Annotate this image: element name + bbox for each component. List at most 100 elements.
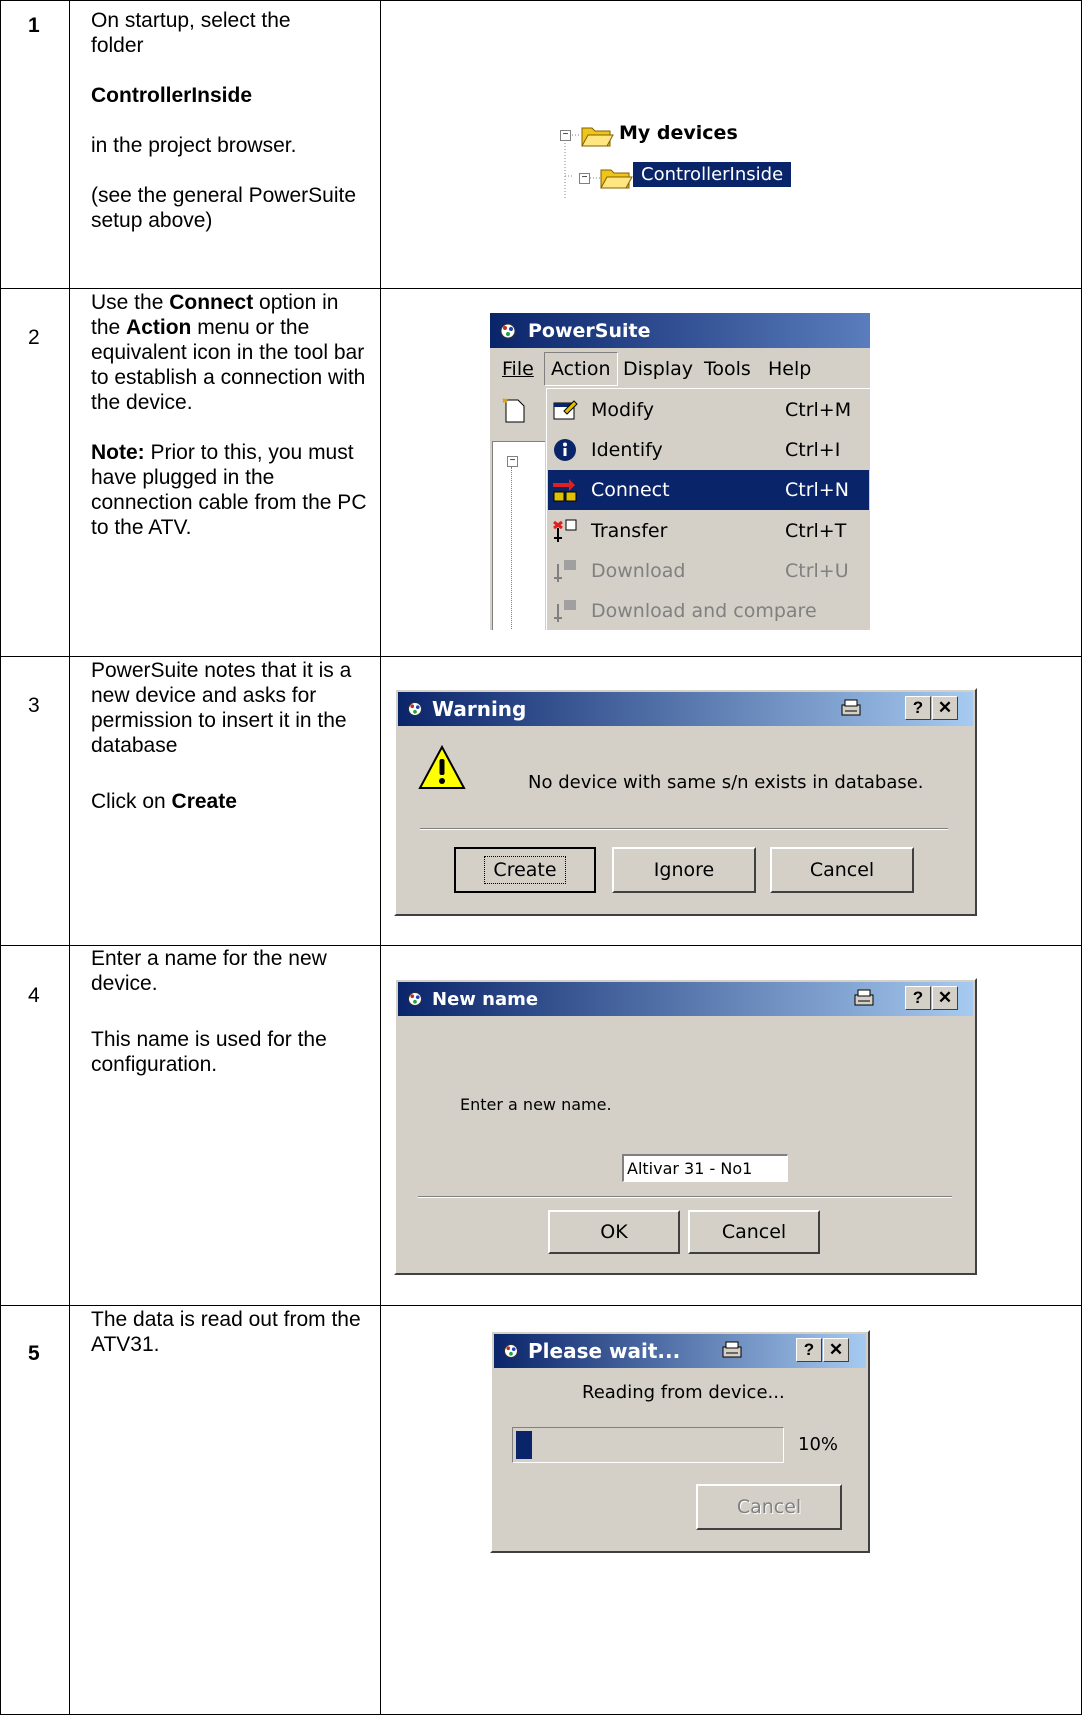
menu-item-shortcut: Ctrl+M [785, 399, 852, 421]
collapse-icon[interactable]: − [507, 456, 518, 467]
help-button[interactable]: ? [905, 696, 931, 720]
instruction-text: This name is used for the configuration. [91, 1028, 327, 1076]
menu-help[interactable]: Help [768, 358, 811, 380]
dialog-prompt: Enter a new name. [460, 1095, 612, 1114]
menu-item-download[interactable]: Download Ctrl+U [548, 551, 869, 591]
app-titlebar: PowerSuite [490, 313, 870, 348]
tree-item-my-devices[interactable]: My devices [619, 122, 738, 144]
step-number: 3 [28, 694, 40, 717]
dialog-message: No device with same s/n exists in databa… [528, 772, 924, 793]
close-button[interactable]: ✕ [932, 986, 958, 1010]
info-icon [554, 439, 576, 461]
menu-item-label: Download and compare [591, 600, 817, 622]
divider [418, 1196, 952, 1198]
modify-icon [553, 400, 578, 420]
instruction-text: Enter a name for the new device. [91, 947, 327, 995]
divider [420, 828, 948, 830]
step-number: 4 [28, 984, 40, 1007]
collapse-icon[interactable]: − [560, 130, 571, 141]
menu-item-shortcut: Ctrl+T [785, 520, 847, 542]
step-instructions: Use the Connect option in the Action men… [91, 290, 371, 540]
warning-icon [418, 744, 466, 789]
folder-open-icon [581, 127, 614, 147]
dialog-title: New name [432, 988, 539, 1010]
step-instructions: Enter a name for the new device. This na… [91, 946, 331, 1077]
powersuite-logo-icon [408, 702, 422, 716]
menu-item-label: Connect [591, 479, 670, 501]
dialog-titlebar: Warning [398, 692, 973, 726]
dialog-title: Please wait... [528, 1339, 681, 1363]
step-number: 2 [28, 326, 40, 349]
create-button-label: Create [484, 856, 566, 884]
progress-bar [512, 1427, 784, 1463]
menu-item-label: Identify [591, 439, 663, 461]
menu-item-label: Transfer [591, 520, 668, 542]
tree-item-controllerinside[interactable]: ControllerInside [633, 162, 792, 187]
instruction-text: Use the [91, 291, 170, 314]
powersuite-logo-icon [408, 992, 422, 1006]
cancel-button[interactable]: Cancel [696, 1484, 842, 1530]
menu-item-shortcut: Ctrl+N [785, 479, 849, 501]
print-icon[interactable] [852, 987, 876, 1009]
cancel-button[interactable]: Cancel [688, 1210, 820, 1254]
instruction-text: On startup, select the folder [91, 9, 291, 57]
print-icon[interactable] [720, 1339, 744, 1361]
new-document-icon[interactable] [500, 396, 530, 426]
step-number: 1 [28, 14, 40, 37]
step-instructions: The data is read out from the ATV31. [91, 1307, 371, 1357]
please-wait-dialog: Please wait... ? ✕ Reading from device..… [490, 1330, 870, 1553]
menu-item-modify[interactable]: Modify Ctrl+M [548, 390, 869, 430]
menu-tools[interactable]: Tools [704, 358, 751, 380]
tree-panel-fragment: − [492, 441, 545, 630]
ignore-button[interactable]: Ignore [612, 847, 756, 893]
menu-action[interactable]: Action [544, 352, 618, 386]
menu-item-label: Modify [591, 399, 654, 421]
create-label-text: Create [171, 790, 237, 813]
menu-item-label: Download [591, 560, 686, 582]
print-icon[interactable] [839, 697, 863, 719]
download-icon [554, 600, 576, 622]
help-button[interactable]: ? [905, 986, 931, 1010]
menu-file[interactable]: File [502, 358, 534, 380]
step-instructions: On startup, select the folder Controller… [91, 8, 411, 233]
connect-label-text: Connect [169, 291, 254, 314]
step-instructions: PowerSuite notes that it is a new device… [91, 658, 371, 814]
warning-dialog: Warning ? ✕ No device with same s/n exis… [394, 688, 977, 916]
powersuite-logo-icon [504, 1344, 518, 1358]
note-label: Note: [91, 441, 145, 464]
menu-item-transfer[interactable]: Transfer Ctrl+T [548, 511, 869, 551]
tree-line [511, 467, 513, 630]
progress-fill [516, 1431, 532, 1459]
close-button[interactable]: ✕ [823, 1338, 849, 1362]
instruction-text: (see the general PowerSuite setup above) [91, 184, 356, 232]
ok-button[interactable]: OK [548, 1210, 680, 1254]
new-name-dialog: New name ? ✕ Enter a new name. OK Cancel [394, 978, 977, 1275]
step-number: 5 [28, 1342, 40, 1365]
app-title: PowerSuite [528, 319, 651, 342]
menu-display[interactable]: Display [623, 358, 693, 380]
dialog-titlebar: New name [398, 982, 973, 1016]
help-button[interactable]: ? [796, 1338, 822, 1362]
instruction-text: Click on [91, 790, 172, 813]
transfer-icon [553, 519, 577, 542]
folder-name-text: ControllerInside [91, 84, 253, 107]
menu-item-shortcut: Ctrl+U [785, 560, 849, 582]
create-button[interactable]: Create [454, 847, 596, 893]
menu-item-connect[interactable]: Connect Ctrl+N [548, 470, 869, 510]
device-name-input[interactable] [622, 1154, 788, 1182]
menu-item-shortcut: Ctrl+I [785, 439, 841, 461]
dialog-title: Warning [432, 697, 527, 721]
action-label-text: Action [126, 316, 192, 339]
menu-item-identify[interactable]: Identify Ctrl+I [548, 430, 869, 470]
instruction-text: in the project browser. [91, 134, 297, 157]
project-tree: − − My devices ControllerInside [555, 118, 825, 198]
connect-icon [553, 479, 577, 502]
cancel-button[interactable]: Cancel [770, 847, 914, 893]
menu-item-download-and-compare[interactable]: Download and compare [548, 591, 869, 631]
menubar: File Action Display Tools Help [490, 350, 870, 388]
instruction-text: PowerSuite notes that it is a new device… [91, 659, 352, 757]
close-button[interactable]: ✕ [932, 696, 958, 720]
instruction-text: The data is read out from the ATV31. [91, 1308, 361, 1356]
collapse-icon[interactable]: − [579, 173, 590, 184]
powersuite-logo-icon [500, 323, 516, 338]
